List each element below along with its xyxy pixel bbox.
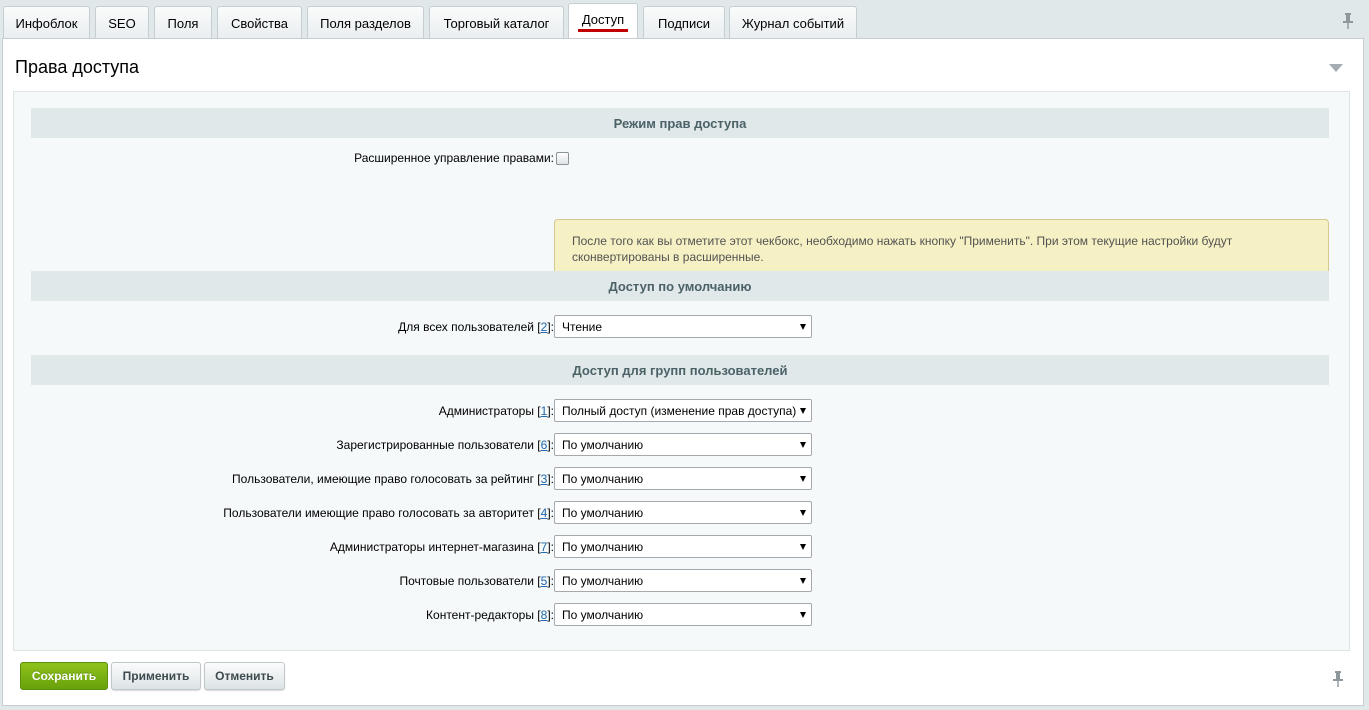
- dropdown-arrow-icon: [800, 476, 806, 482]
- save-button[interactable]: Сохранить: [20, 662, 108, 690]
- group-row-label: Зарегистрированные пользователи [6]:: [336, 438, 554, 452]
- collapse-icon[interactable]: [1329, 64, 1343, 72]
- group-id-link[interactable]: 2: [541, 320, 548, 334]
- group-label-text: Пользователи имеющие право голосовать за…: [223, 506, 534, 520]
- tab-label: SEO: [108, 15, 136, 31]
- default-access-select[interactable]: Чтение: [554, 315, 812, 338]
- tab-label: Поля разделов: [320, 15, 411, 31]
- pin-icon[interactable]: [1331, 670, 1345, 688]
- select-value: По умолчанию: [562, 472, 644, 486]
- group-row-label: Почтовые пользователи [5]:: [399, 574, 554, 588]
- tab-trade-catalog[interactable]: Торговый каталог: [429, 6, 564, 39]
- apply-button[interactable]: Применить: [111, 662, 201, 690]
- group-label-text: Для всех пользователей: [398, 320, 534, 334]
- tab-infoblock[interactable]: Инфоблок: [3, 6, 90, 39]
- group-label-text: Администраторы интернет-магазина: [329, 540, 534, 554]
- group-row-label: Пользователи имеющие право голосовать за…: [223, 506, 554, 520]
- group-access-select[interactable]: По умолчанию: [554, 501, 812, 524]
- section-heading-default: Доступ по умолчанию: [31, 271, 1329, 301]
- dropdown-arrow-icon: [800, 442, 806, 448]
- pin-icon[interactable]: [1341, 12, 1355, 30]
- group-label-text: Контент-редакторы: [426, 608, 534, 622]
- group-row-label: Контент-редакторы [8]:: [426, 608, 554, 622]
- tab-label: Доступ: [577, 12, 629, 32]
- section-heading-groups: Доступ для групп пользователей: [31, 355, 1329, 385]
- tab-seo[interactable]: SEO: [95, 6, 149, 39]
- notice-text: После того как вы отметите этот чекбокс,…: [572, 234, 1233, 264]
- section-heading-mode: Режим прав доступа: [31, 108, 1329, 138]
- dropdown-arrow-icon: [800, 408, 806, 414]
- tab-bar: Инфоблок SEO Поля Свойства Поля разделов…: [0, 0, 1369, 40]
- access-form: Режим прав доступа Расширенное управлени…: [13, 91, 1350, 651]
- group-id-link[interactable]: 8: [541, 608, 548, 622]
- dropdown-arrow-icon: [800, 544, 806, 550]
- tab-section-fields[interactable]: Поля разделов: [307, 6, 424, 39]
- group-id-link[interactable]: 6: [541, 438, 548, 452]
- select-value: По умолчанию: [562, 506, 644, 520]
- group-access-select[interactable]: По умолчанию: [554, 433, 812, 456]
- select-value: По умолчанию: [562, 608, 644, 622]
- group-access-select[interactable]: По умолчанию: [554, 569, 812, 592]
- group-id-link[interactable]: 3: [541, 472, 548, 486]
- tab-event-log[interactable]: Журнал событий: [729, 6, 857, 39]
- tab-captions[interactable]: Подписи: [643, 6, 725, 39]
- select-value: Чтение: [562, 320, 603, 334]
- cancel-button[interactable]: Отменить: [204, 662, 285, 690]
- group-id-link[interactable]: 1: [541, 404, 548, 418]
- group-id-link[interactable]: 7: [541, 540, 548, 554]
- group-access-select[interactable]: По умолчанию: [554, 603, 812, 626]
- group-access-select[interactable]: Полный доступ (изменение прав доступа): [554, 399, 812, 422]
- tab-label: Свойства: [230, 15, 289, 31]
- tab-label: Торговый каталог: [443, 15, 550, 31]
- tab-label: Инфоблок: [15, 15, 78, 31]
- group-row-label: Администраторы интернет-магазина [7]:: [329, 540, 554, 554]
- access-panel: Права доступа Режим прав доступа Расшире…: [2, 38, 1364, 706]
- select-value: По умолчанию: [562, 540, 644, 554]
- default-access-label: Для всех пользователей [2]:: [398, 320, 554, 334]
- group-row-label: Пользователи, имеющие право голосовать з…: [232, 472, 554, 486]
- tab-label: Поля: [167, 15, 199, 31]
- group-id-link[interactable]: 4: [541, 506, 548, 520]
- dropdown-arrow-icon: [800, 612, 806, 618]
- tab-access[interactable]: Доступ: [568, 3, 638, 38]
- dropdown-arrow-icon: [800, 324, 806, 330]
- select-value: По умолчанию: [562, 438, 644, 452]
- panel-title: Права доступа: [15, 57, 140, 77]
- group-id-link[interactable]: 5: [541, 574, 548, 588]
- dropdown-arrow-icon: [800, 510, 806, 516]
- group-label-text: Пользователи, имеющие право голосовать з…: [232, 472, 534, 486]
- tab-label: Журнал событий: [741, 15, 845, 31]
- group-label-text: Администраторы: [438, 404, 534, 418]
- select-value: По умолчанию: [562, 574, 644, 588]
- dropdown-arrow-icon: [800, 578, 806, 584]
- tab-label: Подписи: [658, 15, 710, 31]
- group-label-text: Почтовые пользователи: [399, 574, 534, 588]
- group-label-text: Зарегистрированные пользователи: [336, 438, 534, 452]
- tab-properties[interactable]: Свойства: [217, 6, 302, 39]
- group-access-select[interactable]: По умолчанию: [554, 467, 812, 490]
- select-value: Полный доступ (изменение прав доступа): [562, 404, 797, 418]
- tab-fields[interactable]: Поля: [154, 6, 212, 39]
- group-access-select[interactable]: По умолчанию: [554, 535, 812, 558]
- extended-rights-checkbox[interactable]: [556, 152, 569, 165]
- extended-rights-label: Расширенное управление правами:: [354, 151, 554, 165]
- group-row-label: Администраторы [1]:: [438, 404, 554, 418]
